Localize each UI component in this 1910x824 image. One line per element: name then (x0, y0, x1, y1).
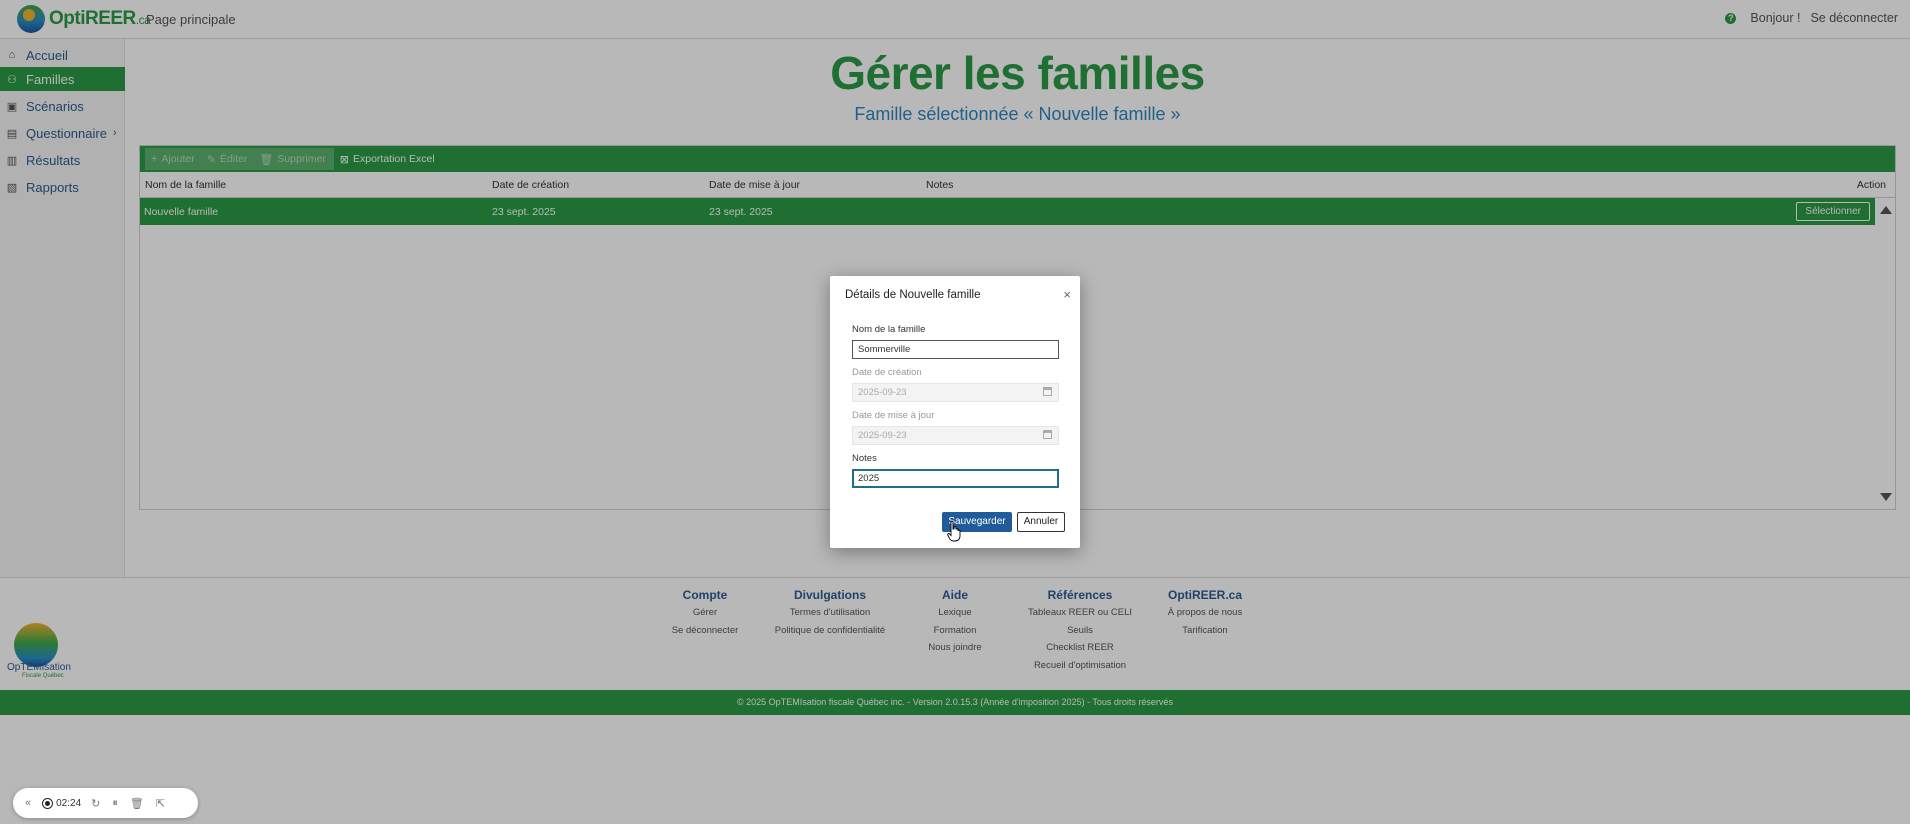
update-date-label: Date de mise à jour (852, 410, 935, 421)
creation-date-field: 2025-09-23 (852, 383, 1059, 402)
calendar-icon (1043, 387, 1052, 396)
cancel-button[interactable]: Annuler (1017, 512, 1065, 532)
restart-icon[interactable]: ↻ (91, 797, 100, 810)
hand-cursor-icon (947, 520, 961, 542)
notes-label: Notes (852, 453, 877, 464)
pointer-icon[interactable]: ⇱ (156, 797, 165, 810)
modal-title: Détails de Nouvelle famille (845, 289, 981, 301)
close-icon[interactable]: × (1063, 287, 1071, 302)
family-name-input[interactable]: Sommerville (852, 340, 1059, 359)
family-name-label: Nom de la famille (852, 324, 926, 335)
delete-recording-icon[interactable]: 🗑 (130, 797, 144, 810)
calendar-icon (1043, 430, 1052, 439)
screen-recorder-controls: « 02:24 ↻ ⏸ 🗑 ⇱ (13, 788, 198, 818)
record-indicator-icon (43, 798, 53, 808)
notes-input[interactable]: 2025 (852, 469, 1059, 488)
update-date-field: 2025-09-23 (852, 426, 1059, 445)
recording-time: 02:24 (56, 797, 82, 809)
pause-icon[interactable]: ⏸ (112, 797, 118, 810)
family-details-modal: Détails de Nouvelle famille × Nom de la … (830, 276, 1080, 548)
creation-date-label: Date de création (852, 367, 922, 378)
collapse-icon[interactable]: « (25, 797, 31, 809)
